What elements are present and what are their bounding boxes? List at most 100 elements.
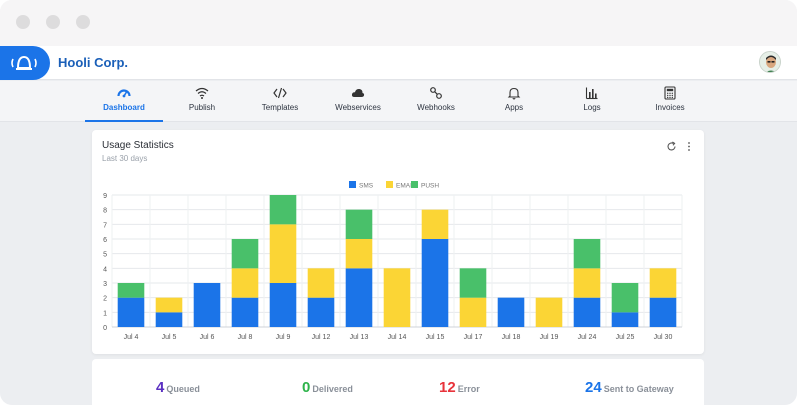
webhook-link-icon (430, 87, 442, 99)
y-tick-label: 9 (103, 193, 107, 200)
bar-segment-sms (611, 312, 639, 327)
y-tick-label: 0 (103, 325, 107, 332)
stat-label: Sent to Gateway (603, 384, 674, 394)
stat-value: 12 (439, 379, 456, 396)
usage-stacked-bar-chart: 0 1 2 3 4 5 6 7 8 9 Jul 4 Jul 5 Jul 6 Jul 8 Jul 9 Jul 1… (103, 181, 683, 341)
calculator-icon (664, 86, 676, 100)
nav-item-label: Dashboard (103, 103, 145, 112)
bar-segment-sms (307, 297, 335, 327)
stat-value: 24 (585, 379, 602, 396)
bar-segment-push (231, 239, 259, 269)
stat-label: Delivered (312, 384, 353, 394)
nav-item-invoices[interactable]: Invoices (631, 81, 709, 122)
legend-label-push: PUSH (421, 183, 439, 190)
nav-item-publish[interactable]: Publish (163, 81, 241, 122)
active-tab-indicator (85, 120, 163, 122)
nav-item-label: Webhooks (417, 103, 455, 112)
nav-item-label: Logs (583, 103, 601, 112)
window-minimize-button[interactable] (46, 15, 60, 29)
window-titlebar (0, 0, 797, 46)
bar-segment-email (649, 268, 677, 298)
bar-segment-sms (193, 283, 221, 327)
stat-delivered: 0 Delivered (302, 379, 353, 397)
user-avatar[interactable] (759, 51, 781, 73)
x-tick-label: Jul 15 (426, 334, 445, 341)
nav-item-label: Publish (188, 103, 216, 112)
legend-label-sms: SMS (359, 183, 374, 190)
user-avatar-icon (760, 52, 780, 72)
bar-segment-push (573, 239, 601, 269)
bar-segment-sms (155, 312, 183, 327)
y-tick-label: 2 (103, 296, 107, 303)
nav-item-webservices[interactable]: Webservices (319, 81, 397, 122)
bar-segment-sms (231, 297, 259, 327)
bar-segment-push (611, 283, 639, 313)
x-tick-label: Jul 19 (540, 334, 559, 341)
bar-segment-email (231, 268, 259, 298)
bar-segment-sms (649, 297, 677, 327)
bar-segment-sms (117, 297, 145, 327)
bar-segment-email (383, 268, 411, 327)
x-tick-label: Jul 8 (238, 334, 253, 341)
nav-item-label: Apps (504, 103, 524, 112)
bar-segment-email (307, 268, 335, 298)
bar-segment-email (421, 209, 449, 239)
x-tick-label: Jul 4 (124, 334, 139, 341)
stat-error: 12 Error (439, 379, 480, 397)
bar-chart-icon (585, 87, 598, 100)
nav-item-webhooks[interactable]: Webhooks (397, 81, 475, 122)
x-tick-label: Jul 24 (578, 334, 597, 341)
x-tick-label: Jul 30 (654, 334, 673, 341)
bar-segment-push (345, 209, 373, 239)
y-tick-label: 7 (103, 222, 107, 229)
window-maximize-button[interactable] (76, 15, 90, 29)
nav-item-dashboard[interactable]: Dashboard (85, 81, 163, 122)
y-tick-label: 3 (103, 281, 107, 288)
x-tick-label: Jul 14 (388, 334, 407, 341)
stat-label: Error (457, 384, 480, 394)
bar-segment-push (269, 195, 297, 225)
stat-label: Queued (166, 384, 200, 394)
bar-segment-email (535, 297, 563, 327)
legend-swatch-sms (349, 181, 356, 188)
app-logo[interactable] (0, 46, 50, 80)
legend-swatch-push (411, 181, 418, 188)
bar-segment-sms (345, 268, 373, 327)
stat-sent-to-gateway: 24 Sent to Gateway (585, 379, 674, 397)
stat-value: 4 (156, 379, 165, 396)
x-tick-label: Jul 18 (502, 334, 521, 341)
nav-item-logs[interactable]: Logs (553, 81, 631, 122)
main-nav: Dashboard Publish Templates Webservices … (0, 81, 797, 122)
bar-segment-sms (497, 297, 525, 327)
stat-value: 0 (302, 379, 311, 396)
x-tick-label: Jul 5 (162, 334, 177, 341)
x-tick-label: Jul 25 (616, 334, 635, 341)
app-window: Hooli Corp. Dashboard Publish Templates … (0, 0, 797, 405)
y-tick-label: 4 (103, 266, 107, 273)
dashboard-gauge-icon (117, 89, 131, 98)
x-tick-label: Jul 9 (276, 334, 291, 341)
bar-segment-push (117, 283, 145, 298)
y-tick-label: 5 (103, 252, 107, 259)
bar-segment-email (459, 297, 487, 327)
stat-queued: 4 Queued (156, 379, 200, 397)
x-tick-label: Jul 12 (312, 334, 331, 341)
cloud-icon (351, 88, 365, 97)
x-tick-label: Jul 17 (464, 334, 483, 341)
bar-segment-email (345, 239, 373, 269)
nav-item-label: Templates (261, 103, 299, 112)
message-status-summary: 4 Queued 0 Delivered 12 Error 24 Sent to Gat… (92, 359, 704, 405)
bar-segment-email (573, 268, 601, 298)
nav-item-apps[interactable]: Apps (475, 81, 553, 122)
app-title: Hooli Corp. (58, 55, 129, 70)
window-close-button[interactable] (16, 15, 30, 29)
bar-segment-sms (573, 297, 601, 327)
nav-item-templates[interactable]: Templates (241, 81, 319, 122)
bar-segment-sms (421, 239, 449, 327)
bell-icon (507, 87, 521, 100)
usage-statistics-card: Usage Statistics Last 30 days 0123456789… (92, 130, 704, 354)
legend-swatch-email (386, 181, 393, 188)
bar-segment-email (269, 224, 297, 283)
y-tick-label: 1 (103, 310, 107, 317)
x-tick-label: Jul 13 (350, 334, 369, 341)
